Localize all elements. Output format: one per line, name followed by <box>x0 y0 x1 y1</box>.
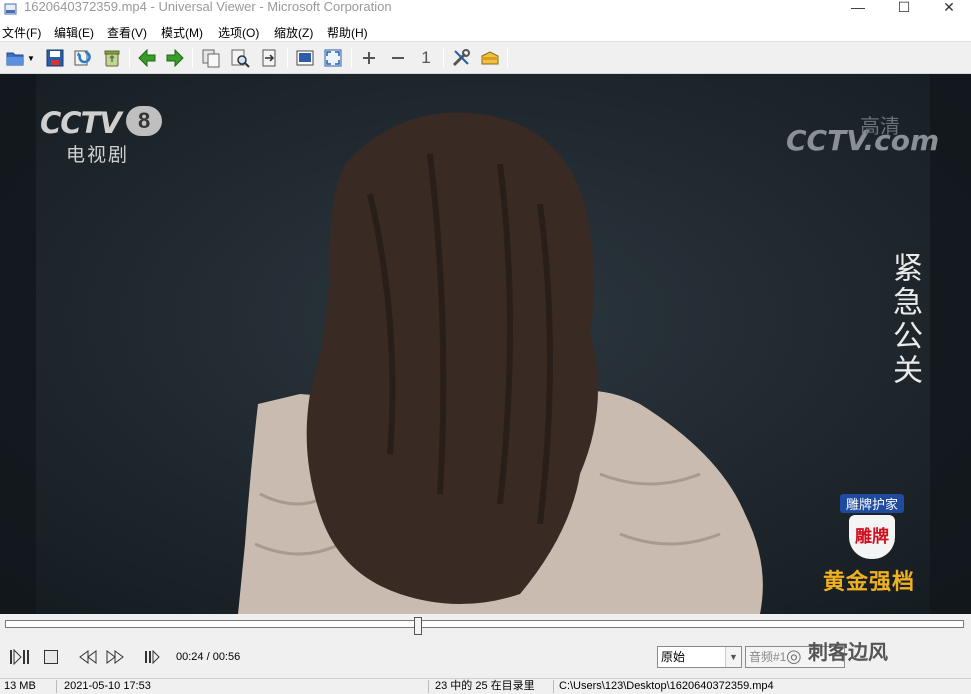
status-separator <box>428 680 429 693</box>
wechat-icon: ◎ <box>786 646 802 666</box>
fullscreen-button[interactable] <box>321 46 345 70</box>
reload-icon <box>74 50 91 66</box>
status-date: 2021-05-10 17:53 <box>64 680 151 692</box>
menu-options[interactable]: 选项(O) <box>218 24 259 41</box>
menu-bar: 文件(F) 编辑(E) 查看(V) 模式(M) 选项(O) 缩放(Z) 帮助(H… <box>0 20 971 42</box>
rewind-button[interactable] <box>77 646 99 668</box>
toolbar-separator <box>507 48 508 68</box>
sponsor-top: 雕牌护家 <box>840 494 904 513</box>
zoom-out-button[interactable] <box>386 46 410 70</box>
app-icon <box>4 3 17 15</box>
next-frame-button[interactable] <box>141 646 163 668</box>
play-pause-icon <box>10 649 29 665</box>
fit-window-button[interactable] <box>293 46 317 70</box>
zoom-in-icon <box>363 52 375 64</box>
title-bar: 1620640372359.mp4 - Universal Viewer - M… <box>0 0 971 20</box>
channel-logo: CCTV 8 电视剧 <box>40 106 163 167</box>
rewind-icon <box>79 650 97 664</box>
fast-forward-button[interactable] <box>104 646 126 668</box>
open-icon <box>6 52 24 66</box>
status-separator <box>56 680 57 693</box>
seek-bar[interactable] <box>5 620 964 628</box>
original-size-button[interactable]: 1 <box>414 46 438 70</box>
series-title: 紧急公关 <box>887 252 922 388</box>
plugins-icon <box>481 51 499 65</box>
options-icon <box>452 49 470 67</box>
zoom-out-icon <box>392 57 404 59</box>
reload-button[interactable] <box>70 46 94 70</box>
channel-logo-text: CCTV <box>40 106 122 140</box>
time-display: 00:24 / 00:56 <box>176 651 241 663</box>
fast-forward-icon <box>106 650 124 664</box>
save-button[interactable] <box>43 46 67 70</box>
status-path: C:\Users\123\Desktop\1620640372359.mp4 <box>559 680 774 692</box>
menu-view[interactable]: 查看(V) <box>107 24 147 41</box>
sponsor-shield: 雕牌 <box>849 515 895 559</box>
menu-edit[interactable]: 编辑(E) <box>54 24 94 41</box>
audio-select-value: 音频#1 <box>749 650 787 664</box>
menu-help[interactable]: 帮助(H) <box>327 24 368 41</box>
fit-window-icon <box>296 50 314 66</box>
previous-file-icon <box>138 48 156 68</box>
menu-zoom[interactable]: 缩放(Z) <box>274 24 313 41</box>
next-file-icon <box>166 48 184 68</box>
slot-label: 黄金强档 <box>823 569 916 594</box>
status-separator <box>553 680 554 693</box>
previous-file-button[interactable] <box>135 46 159 70</box>
print-button[interactable] <box>257 46 281 70</box>
find-icon <box>231 49 250 68</box>
open-button[interactable]: ▼ <box>0 46 40 70</box>
toolbar: ▼ 1 <box>0 42 971 74</box>
mode-select[interactable]: 原始 ▼ <box>657 646 742 668</box>
window-title: 1620640372359.mp4 - Universal Viewer - M… <box>24 0 392 14</box>
stop-icon <box>44 650 58 664</box>
hd-logo: CCTV.com 高清 <box>786 116 939 157</box>
find-button[interactable] <box>228 46 252 70</box>
channel-name: 电视剧 <box>66 145 130 166</box>
toolbar-separator <box>129 48 130 68</box>
options-button[interactable] <box>449 46 473 70</box>
zoom-in-button[interactable] <box>357 46 381 70</box>
play-pause-button[interactable] <box>8 646 30 668</box>
close-button[interactable]: ✕ <box>926 0 971 20</box>
status-position: 23 中的 25 在目录里 <box>435 680 535 692</box>
sponsor-badge: 雕牌护家 雕牌 <box>840 494 904 559</box>
mode-select-value: 原始 <box>661 650 686 664</box>
copy-icon <box>202 49 220 68</box>
toolbar-separator <box>351 48 352 68</box>
copy-button[interactable] <box>199 46 223 70</box>
hd-char: 高清 <box>860 116 900 138</box>
stop-button[interactable] <box>40 646 62 668</box>
video-frame[interactable]: CCTV 8 电视剧 CCTV.com 高清 紧急公关 雕牌护家 雕牌 黄金强档 <box>0 74 971 614</box>
next-frame-icon <box>145 650 160 664</box>
fullscreen-icon <box>324 49 342 67</box>
toolbar-separator <box>443 48 444 68</box>
recycle-button[interactable] <box>100 46 124 70</box>
player-controls: 00:24 / 00:56 原始 ▼ 音频#1 ◎ 刺客边风 <box>0 614 971 678</box>
next-file-button[interactable] <box>163 46 187 70</box>
toolbar-separator <box>192 48 193 68</box>
recycle-icon <box>104 50 120 67</box>
channel-number: 8 <box>126 106 163 136</box>
print-icon <box>262 49 276 67</box>
seek-thumb[interactable] <box>413 617 422 635</box>
menu-file[interactable]: 文件(F) <box>2 24 41 41</box>
plugins-button[interactable] <box>478 46 502 70</box>
status-size: 13 MB <box>4 680 36 692</box>
toolbar-separator <box>287 48 288 68</box>
chevron-down-icon: ▼ <box>725 647 741 667</box>
minimize-button[interactable]: — <box>835 0 881 20</box>
dropdown-arrow-icon[interactable]: ▼ <box>27 54 35 63</box>
maximize-button[interactable]: ☐ <box>881 0 927 20</box>
menu-mode[interactable]: 模式(M) <box>161 24 203 41</box>
status-bar: 13 MB 2021-05-10 17:53 23 中的 25 在目录里 C:\… <box>0 678 971 693</box>
save-icon <box>46 49 64 67</box>
watermark-text: 刺客边风 <box>808 642 888 664</box>
